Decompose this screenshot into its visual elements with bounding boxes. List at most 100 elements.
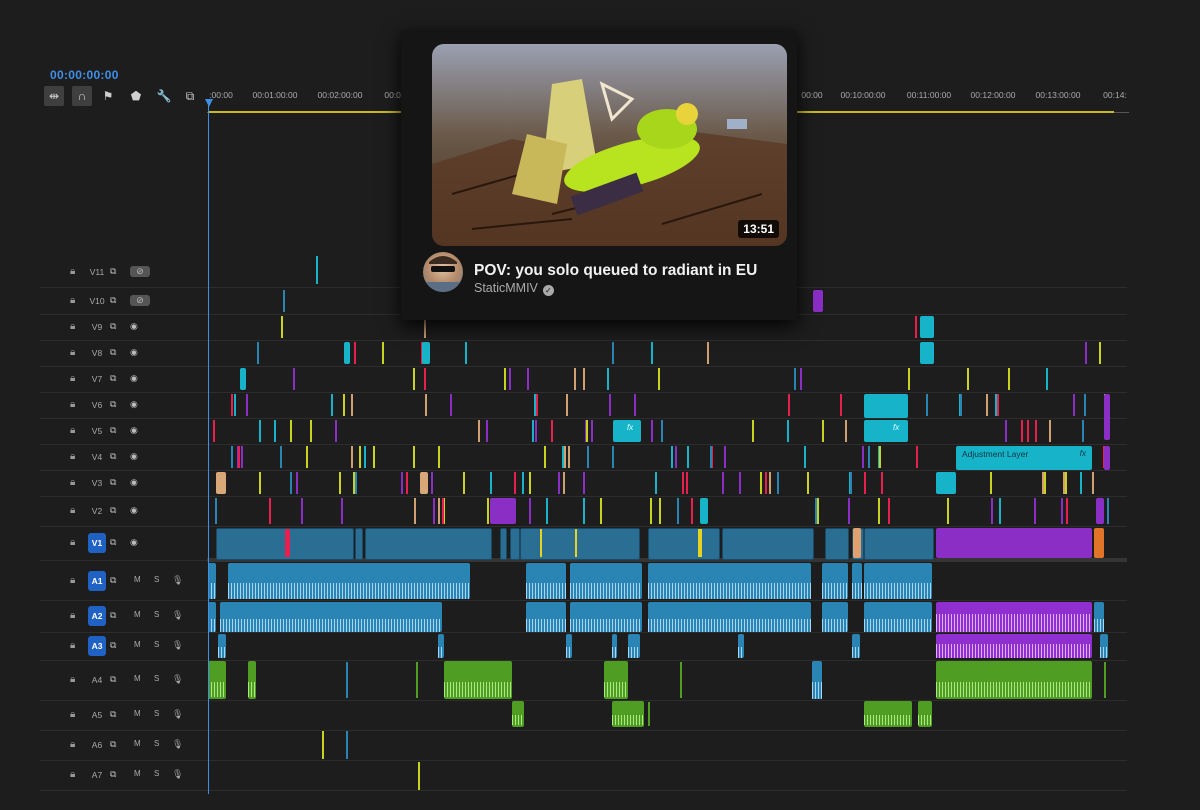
clip-sliver[interactable] [280, 446, 282, 468]
clip-sliver[interactable] [675, 446, 677, 468]
clip-sliver[interactable] [986, 394, 988, 416]
video-clip[interactable] [365, 528, 492, 560]
film-icon[interactable]: ⧉ [110, 266, 116, 277]
clip-sliver[interactable] [777, 472, 779, 494]
clip-sliver[interactable] [739, 472, 741, 494]
film-icon[interactable]: ⧉ [110, 709, 116, 720]
track-name[interactable]: V11 [88, 267, 106, 277]
clip-sliver[interactable] [231, 446, 233, 468]
mute-button[interactable]: M [134, 709, 141, 718]
clip-sliver[interactable] [687, 446, 689, 468]
clip-sliver[interactable] [752, 420, 754, 442]
clip-sliver[interactable] [682, 472, 684, 494]
clip-sliver[interactable] [487, 498, 489, 524]
clip-sliver[interactable] [1049, 420, 1051, 442]
audio-clip[interactable] [812, 661, 822, 699]
clip-sliver[interactable] [246, 394, 248, 416]
clip-sliver[interactable] [450, 394, 452, 416]
clip-sliver[interactable] [1084, 394, 1086, 416]
video-clip[interactable] [420, 472, 428, 494]
track-header[interactable]: 🔒︎ V10 ⧉ ⊘ [40, 288, 207, 314]
clip-sliver[interactable] [878, 498, 880, 524]
clip-sliver[interactable] [888, 498, 890, 524]
clip-sliver[interactable] [353, 472, 355, 494]
eye-icon[interactable]: ◉ [130, 425, 138, 436]
track-name[interactable]: A1 [88, 571, 106, 591]
clip-sliver[interactable] [562, 446, 564, 468]
clip-sliver[interactable] [947, 498, 949, 524]
clip-sliver[interactable] [343, 394, 345, 416]
clip-sliver[interactable] [881, 472, 883, 494]
film-icon[interactable]: ⧉ [110, 739, 116, 750]
clip-sliver[interactable] [544, 446, 546, 468]
eye-icon[interactable]: ◉ [130, 347, 138, 358]
video-card[interactable]: 13:51 POV: you solo queued to radiant in… [401, 30, 797, 320]
audio-clip[interactable] [1094, 602, 1104, 632]
clip-sliver[interactable] [651, 420, 653, 442]
lock-icon[interactable]: 🔒︎ [70, 347, 75, 358]
track-name[interactable]: A4 [88, 675, 106, 685]
clip-sliver[interactable] [575, 529, 577, 557]
clip-sliver[interactable] [509, 368, 511, 390]
clip-sliver[interactable] [339, 472, 341, 494]
track-header[interactable]: 🔒︎ V8 ⧉ ◉ [40, 340, 207, 366]
solo-button[interactable]: S [154, 575, 159, 584]
clip-sliver[interactable] [804, 446, 806, 468]
video-clip[interactable] [853, 528, 861, 558]
audio-clip[interactable] [822, 563, 848, 599]
clip-sliver[interactable] [346, 731, 348, 759]
clip-sliver[interactable] [335, 420, 337, 442]
clip-sliver[interactable] [522, 472, 524, 494]
eye-icon[interactable]: ◉ [130, 321, 138, 332]
clip-sliver[interactable] [442, 498, 444, 524]
clip-sliver[interactable] [546, 498, 548, 524]
clip-sliver[interactable] [231, 394, 233, 416]
lock-icon[interactable]: 🔒︎ [70, 266, 75, 277]
clip-sliver[interactable] [1099, 342, 1101, 364]
lock-icon[interactable]: 🔒︎ [70, 321, 75, 332]
lock-icon[interactable]: 🔒︎ [70, 373, 75, 384]
clip-sliver[interactable] [529, 472, 531, 494]
clip-sliver[interactable] [1104, 662, 1106, 698]
video-clip[interactable] [520, 528, 640, 560]
audio-clip[interactable] [570, 563, 642, 599]
clip-sliver[interactable] [568, 446, 570, 468]
clip-sliver[interactable] [1063, 472, 1065, 494]
audio-clip[interactable] [628, 634, 640, 658]
clip-sliver[interactable] [535, 420, 537, 442]
channel-name[interactable]: StaticMMIV [474, 281, 538, 295]
clip-sliver[interactable] [424, 368, 426, 390]
mute-button[interactable]: M [134, 674, 141, 683]
add-marker-icon[interactable]: ⚑ [98, 86, 118, 106]
video-clip[interactable] [1094, 528, 1104, 558]
clip-sliver[interactable] [707, 342, 709, 364]
clip-sliver[interactable] [587, 446, 589, 468]
track-header[interactable]: 🔒︎ A2 ⧉ M S 🎙︎ [40, 600, 207, 632]
captions-icon[interactable]: ⧉ [180, 86, 200, 106]
audio-clip[interactable] [852, 563, 862, 599]
clip-sliver[interactable] [1092, 472, 1094, 494]
track-header[interactable]: 🔒︎ A1 ⧉ M S 🎙︎ [40, 562, 207, 600]
microphone-icon[interactable]: 🎙︎ [172, 610, 183, 621]
video-clip[interactable] [936, 528, 1092, 558]
clip-sliver[interactable] [351, 394, 353, 416]
clip-sliver[interactable] [558, 472, 560, 494]
track-name[interactable]: V6 [88, 400, 106, 410]
audio-clip[interactable] [1100, 634, 1108, 658]
video-clip[interactable] [1096, 498, 1104, 524]
film-icon[interactable]: ⧉ [110, 769, 116, 780]
clip-sliver[interactable] [769, 472, 771, 494]
audio-clip[interactable] [444, 661, 512, 699]
clip-sliver[interactable] [659, 498, 661, 524]
clip-sliver[interactable] [1005, 420, 1007, 442]
clip-sliver[interactable] [322, 731, 324, 759]
audio-clip[interactable] [864, 701, 912, 727]
clip-sliver[interactable] [413, 368, 415, 390]
film-icon[interactable]: ⧉ [110, 505, 116, 516]
eye-icon[interactable]: ◉ [130, 451, 138, 462]
clip-sliver[interactable] [840, 394, 842, 416]
audio-clip[interactable] [566, 634, 572, 658]
video-clip[interactable] [344, 342, 350, 364]
clip-sliver[interactable] [563, 472, 565, 494]
clip-sliver[interactable] [564, 446, 566, 468]
